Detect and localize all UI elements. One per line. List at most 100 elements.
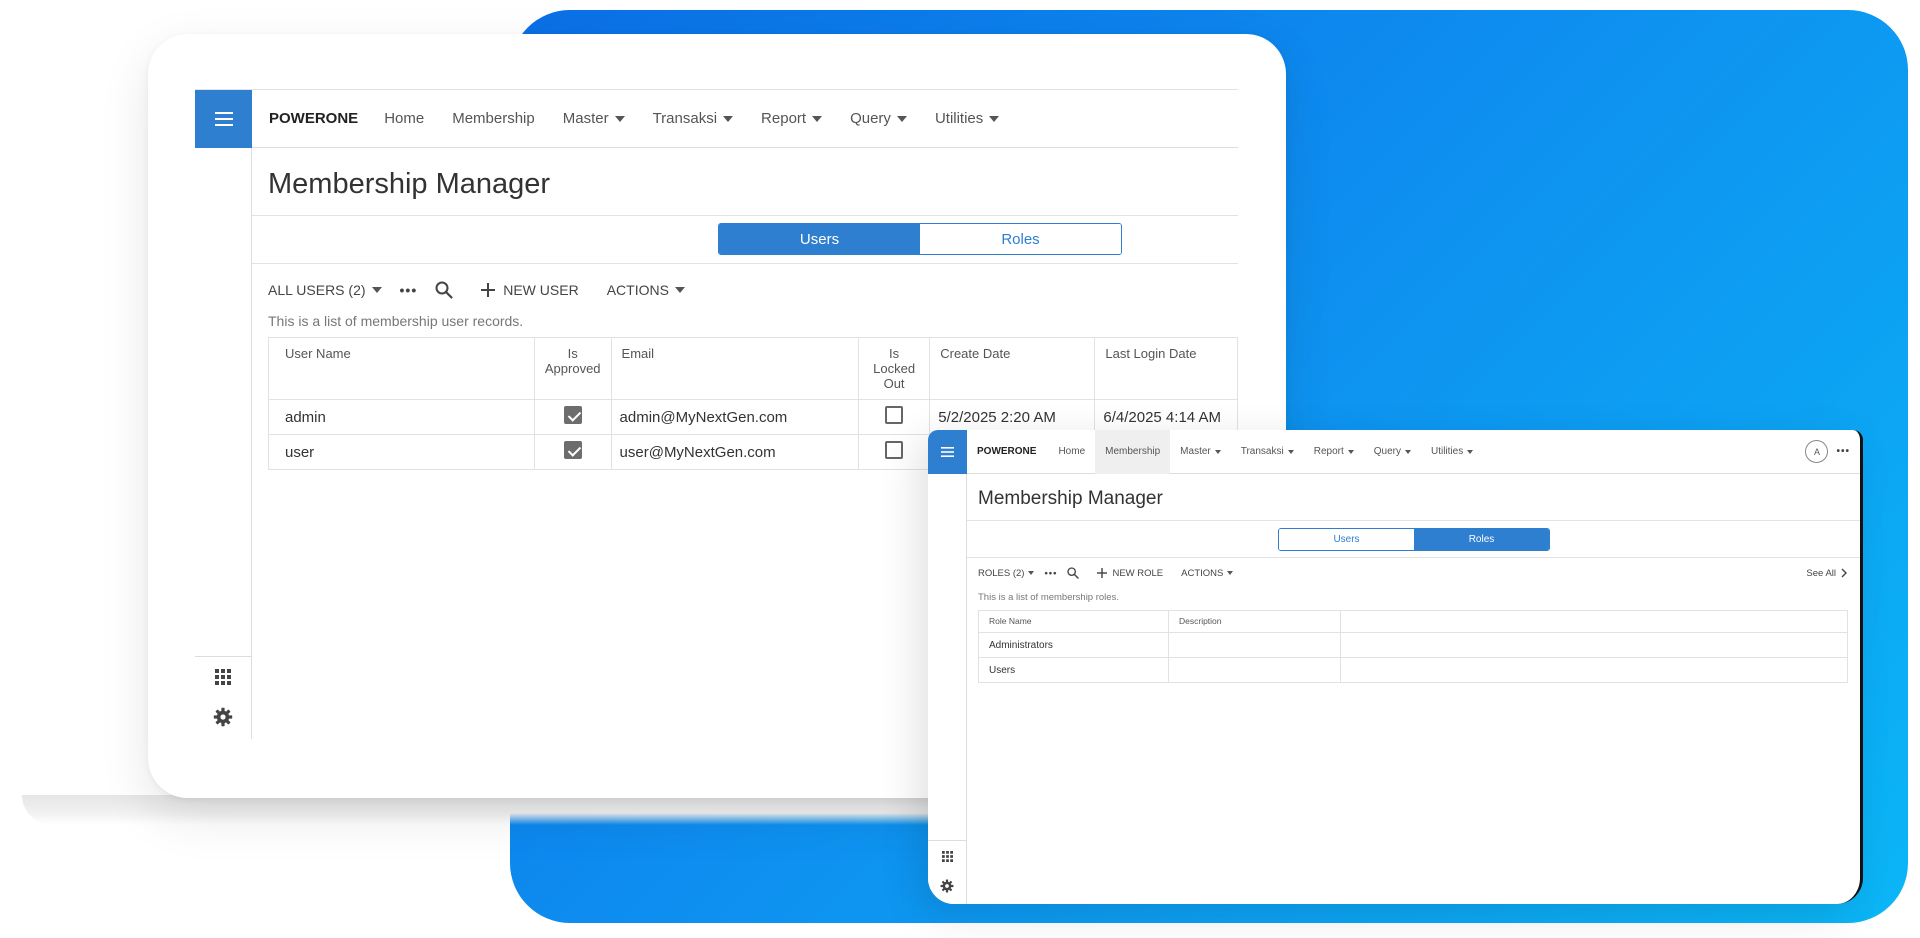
new-role-label: NEW ROLE [1112, 567, 1164, 579]
caret-down-icon [896, 115, 907, 122]
actions-label: ACTIONS [606, 282, 669, 298]
cell-role-name: Users [978, 657, 1169, 683]
settings-button[interactable] [195, 697, 252, 737]
nav-transaksi[interactable]: Transaksi [1231, 430, 1304, 474]
nav-query[interactable]: Query [850, 110, 907, 127]
nav-membership-label: Membership [1105, 446, 1161, 457]
actions-dropdown[interactable]: ACTIONS [1181, 568, 1234, 579]
nav-report-label: Report [761, 110, 807, 127]
apps-grid-button[interactable] [195, 657, 252, 697]
cell-email: admin@MyNextGen.com [610, 399, 859, 435]
list-toolbar: ROLES (2) ••• NEW ROLE ACTIONS See All [978, 563, 1848, 583]
nav-membership[interactable]: Membership [452, 110, 535, 127]
nav-utilities-label: Utilities [1430, 446, 1464, 457]
nav-query-label: Query [850, 110, 891, 127]
sidebar-bottom [195, 656, 251, 737]
nav-home[interactable]: Home [1048, 430, 1095, 474]
brand-logo-text[interactable]: POWERONE [977, 446, 1036, 457]
tab-users[interactable]: Users [1279, 529, 1414, 550]
cell-empty [1340, 632, 1848, 658]
view-tabs: Users Roles [718, 223, 1122, 255]
search-button[interactable] [1067, 567, 1080, 579]
plus-icon [1097, 568, 1108, 578]
nav-home-label: Home [1058, 446, 1086, 457]
nav-report[interactable]: Report [1304, 430, 1364, 474]
nav-home-label: Home [384, 110, 425, 127]
nav-master[interactable]: Master [563, 110, 625, 127]
see-all-link[interactable]: See All [1806, 568, 1848, 579]
more-options-button[interactable]: ••• [1044, 568, 1057, 579]
avatar[interactable]: A [1805, 440, 1829, 463]
nav-home[interactable]: Home [384, 110, 424, 127]
new-user-button[interactable]: NEW USER [481, 282, 579, 298]
filter-dropdown[interactable]: ROLES (2) [978, 568, 1035, 579]
laptop-base [22, 795, 1042, 825]
sidebar [195, 90, 252, 739]
settings-button[interactable] [928, 871, 967, 901]
tablet-screen: POWERONE Home Membership Master Transaks… [928, 430, 1863, 904]
caret-down-icon [1214, 449, 1221, 454]
col-user-name[interactable]: User Name [268, 337, 535, 400]
sidebar-bottom [928, 840, 966, 901]
top-navbar: POWERONE Home Membership Master Transaks… [252, 90, 1238, 148]
search-icon [435, 281, 453, 299]
hamburger-icon [941, 447, 954, 457]
table-row[interactable]: Administrators [978, 632, 1848, 658]
approved-checkbox[interactable] [563, 406, 582, 424]
search-button[interactable] [435, 281, 453, 299]
page-title: Membership Manager [978, 488, 1163, 509]
search-icon [1067, 567, 1080, 579]
table-header-row: User Name Is Approved Email Is Locked Ou… [268, 337, 1238, 400]
nav-membership[interactable]: Membership [1095, 430, 1171, 474]
nav-more-button[interactable]: ••• [1836, 446, 1850, 457]
more-options-button[interactable]: ••• [400, 282, 418, 298]
cell-description [1168, 632, 1341, 658]
locked-out-checkbox[interactable] [885, 406, 904, 424]
filter-dropdown[interactable]: ALL USERS (2) [268, 282, 382, 298]
tabs-divider [967, 557, 1860, 558]
tab-users[interactable]: Users [719, 224, 920, 254]
nav-master[interactable]: Master [1170, 430, 1231, 474]
apps-grid-button[interactable] [928, 841, 967, 871]
nav-utilities[interactable]: Utilities [934, 110, 1000, 127]
col-email[interactable]: Email [610, 337, 859, 400]
apps-grid-icon [215, 669, 231, 685]
chevron-right-icon [1841, 568, 1847, 578]
list-description: This is a list of membership roles. [978, 592, 1119, 603]
view-tabs: Users Roles [1278, 528, 1550, 551]
tab-roles[interactable]: Roles [1414, 529, 1549, 550]
col-description[interactable]: Description [1168, 610, 1341, 633]
cell-user-name: user [268, 434, 535, 470]
col-is-approved[interactable]: Is Approved [533, 337, 612, 400]
actions-dropdown[interactable]: ACTIONS [607, 282, 685, 298]
hamburger-menu-button[interactable] [195, 90, 252, 148]
nav-master-label: Master [1180, 446, 1211, 457]
tab-roles[interactable]: Roles [920, 224, 1121, 254]
new-role-button[interactable]: NEW ROLE [1097, 568, 1163, 579]
nav-utilities[interactable]: Utilities [1421, 430, 1483, 474]
table-row[interactable]: Users [978, 657, 1848, 683]
brand-logo-text[interactable]: POWERONE [269, 110, 358, 127]
nav-transaksi[interactable]: Transaksi [652, 110, 734, 127]
list-toolbar: ALL USERS (2) ••• NEW USER ACTIONS [268, 275, 685, 305]
locked-out-checkbox[interactable] [885, 441, 904, 459]
nav-query[interactable]: Query [1364, 430, 1421, 474]
col-empty [1340, 610, 1848, 633]
nav-transaksi-label: Transaksi [652, 110, 718, 127]
caret-down-icon [723, 115, 734, 122]
roles-table: Role Name Description Administrators Use… [978, 610, 1848, 683]
col-role-name[interactable]: Role Name [978, 610, 1169, 633]
caret-down-icon [812, 115, 823, 122]
page-title: Membership Manager [268, 168, 551, 200]
nav-utilities-label: Utilities [934, 110, 984, 127]
see-all-label: See All [1806, 567, 1836, 579]
hamburger-menu-button[interactable] [928, 430, 967, 474]
approved-checkbox[interactable] [563, 441, 582, 459]
col-create-date[interactable]: Create Date [929, 337, 1096, 400]
col-last-login-date[interactable]: Last Login Date [1094, 337, 1238, 400]
nav-report[interactable]: Report [761, 110, 823, 127]
col-is-locked-out[interactable]: Is Locked Out [857, 337, 931, 400]
nav-transaksi-label: Transaksi [1240, 446, 1284, 457]
cell-description [1168, 657, 1341, 683]
list-description: This is a list of membership user record… [268, 313, 524, 329]
